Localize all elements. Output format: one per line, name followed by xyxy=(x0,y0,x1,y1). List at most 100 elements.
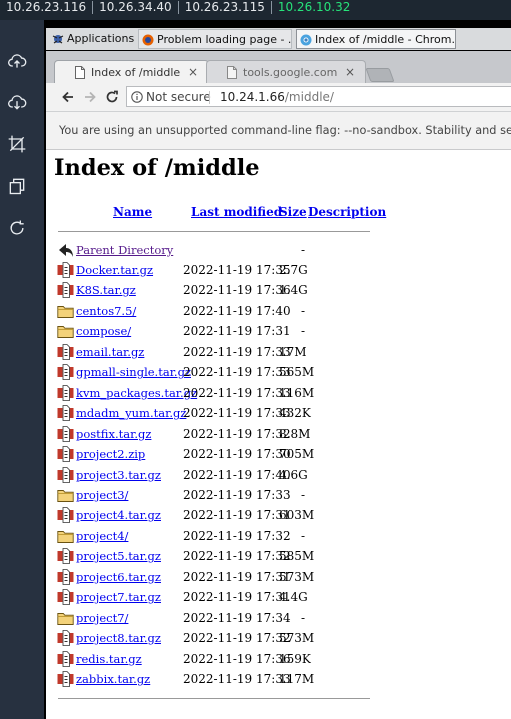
file-link[interactable]: postfix.tar.gz xyxy=(76,424,151,444)
file-link[interactable]: K8S.tar.gz xyxy=(76,280,136,300)
file-link[interactable]: kvm_packages.tar.gz xyxy=(76,383,197,403)
security-label: Not secure xyxy=(146,90,211,104)
modified-cell: 2022-11-19 17:35 xyxy=(183,263,291,277)
forward-button[interactable] xyxy=(80,87,100,107)
archive-file-icon xyxy=(57,282,74,299)
listing-row: project4.tar.gz 2022-11-19 17:31 603M xyxy=(46,505,511,525)
footer-divider xyxy=(58,698,370,699)
file-link[interactable]: project8.tar.gz xyxy=(76,628,161,648)
archive-file-icon xyxy=(57,405,74,422)
crop-icon[interactable] xyxy=(4,131,30,157)
folder-icon xyxy=(57,323,74,339)
archive-file-icon xyxy=(57,425,74,442)
file-link[interactable]: compose/ xyxy=(76,321,131,341)
modified-cell: 2022-11-19 17:34 xyxy=(183,610,291,625)
file-link[interactable]: project3/ xyxy=(76,485,128,505)
address-bar[interactable]: Not secure 10.24.1.66/middle/ xyxy=(126,86,511,107)
taskbar-item-chrome[interactable]: Index of /middle - Chrom... xyxy=(296,29,456,49)
file-link[interactable]: mdadm_yum.tar.gz xyxy=(76,403,186,423)
left-toolbar xyxy=(0,20,44,719)
column-header-modified[interactable]: Last modified xyxy=(191,205,282,219)
listing-row: project8.tar.gz 2022-11-19 17:32 573M xyxy=(46,628,511,648)
size-cell: 705M xyxy=(279,447,315,461)
listing-row: email.tar.gz 2022-11-19 17:33 17M xyxy=(46,342,511,362)
cloud-download-icon[interactable] xyxy=(4,89,30,115)
file-link[interactable]: project4/ xyxy=(76,526,128,546)
file-link[interactable]: project3.tar.gz xyxy=(76,465,161,485)
column-header-size[interactable]: Size xyxy=(279,205,307,219)
file-link[interactable]: email.tar.gz xyxy=(76,342,144,362)
new-tab-button[interactable] xyxy=(365,68,395,82)
back-arrow-icon xyxy=(59,244,73,257)
browser-window: Index of /middle × tools.google.com × No… xyxy=(46,51,511,719)
size-cell: - xyxy=(300,243,305,257)
close-tab-icon[interactable]: × xyxy=(345,61,355,84)
modified-cell: 2022-11-19 17:32 xyxy=(183,631,291,646)
size-cell: 159K xyxy=(279,651,311,666)
archive-file-icon xyxy=(57,262,74,278)
modified-cell: 2022-11-19 17:33 xyxy=(183,365,291,380)
file-link[interactable]: project2.zip xyxy=(76,444,145,464)
listing-row: kvm_packages.tar.gz 2022-11-19 17:33 116M xyxy=(46,383,511,403)
file-link[interactable]: project5.tar.gz xyxy=(76,546,161,566)
applications-icon xyxy=(52,35,64,44)
tab-tools-google[interactable]: tools.google.com × xyxy=(206,60,366,83)
archive-file-icon xyxy=(57,548,74,565)
archive-file-icon xyxy=(57,364,74,381)
modified-cell: 2022-11-19 17:33 xyxy=(183,344,291,359)
file-link[interactable]: project4.tar.gz xyxy=(76,505,161,525)
firefox-icon xyxy=(142,34,154,46)
file-link[interactable]: project6.tar.gz xyxy=(76,567,161,587)
parent-directory-row: Parent Directory - xyxy=(46,240,511,260)
tab-index-middle[interactable]: Index of /middle × xyxy=(54,60,209,83)
host-tab[interactable]: 10.26.34.40 xyxy=(93,0,178,14)
file-link[interactable]: redis.tar.gz xyxy=(76,649,142,669)
file-link[interactable]: gpmall-single.tar.gz xyxy=(76,362,191,382)
modified-cell: 2022-11-19 17:32 xyxy=(183,549,291,564)
reload-button[interactable] xyxy=(102,87,122,107)
size-cell: 4.4G xyxy=(279,590,308,605)
archive-file-icon xyxy=(57,630,74,646)
host-tab-active[interactable]: 10.26.10.32 xyxy=(272,0,357,14)
info-icon[interactable] xyxy=(131,91,143,103)
listing-row: project5.tar.gz 2022-11-19 17:32 585M xyxy=(46,546,511,566)
host-tab[interactable]: 10.26.23.116 xyxy=(0,0,92,14)
column-header-description[interactable]: Description xyxy=(308,205,386,219)
tab-title: Index of /middle xyxy=(91,66,181,79)
column-header-name[interactable]: Name xyxy=(113,205,152,219)
archive-file-icon xyxy=(57,650,74,667)
warning-infobar: You are using an unsupported command-lin… xyxy=(46,112,511,150)
copy-windows-icon[interactable] xyxy=(4,173,30,199)
file-link[interactable]: centos7.5/ xyxy=(76,301,136,321)
archive-file-icon xyxy=(57,589,74,606)
host-tab[interactable]: 10.26.23.115 xyxy=(179,0,271,14)
file-link[interactable]: project7/ xyxy=(76,608,128,628)
size-cell: - xyxy=(300,610,305,625)
close-tab-icon[interactable]: × xyxy=(188,61,198,84)
cloud-upload-icon[interactable] xyxy=(4,48,30,74)
folder-icon xyxy=(57,528,74,544)
refresh-icon[interactable] xyxy=(4,215,30,241)
applications-menu[interactable]: Applications xyxy=(49,29,134,49)
parent-directory-link[interactable]: Parent Directory xyxy=(76,240,173,260)
modified-cell: 2022-11-19 17:32 xyxy=(183,426,291,441)
taskbar-item-firefox[interactable]: Problem loading page - ... xyxy=(138,29,292,49)
back-arrow-icon xyxy=(62,91,73,103)
size-cell: 17M xyxy=(279,344,307,359)
size-cell: 1.4G xyxy=(279,283,308,298)
file-link[interactable]: Docker.tar.gz xyxy=(76,260,153,280)
modified-cell: 2022-11-19 17:40 xyxy=(183,303,291,318)
listing-row: centos7.5/2022-11-19 17:40- xyxy=(46,301,511,321)
file-link[interactable]: project7.tar.gz xyxy=(76,587,161,607)
taskbar-item-label: Problem loading page - ... xyxy=(157,33,292,46)
modified-cell: 2022-11-19 17:30 xyxy=(183,447,291,461)
size-cell: 8.8M xyxy=(279,426,311,441)
forward-arrow-icon xyxy=(85,91,96,103)
file-link[interactable]: zabbix.tar.gz xyxy=(76,669,150,689)
listing-row: gpmall-single.tar.gz 2022-11-19 17:33 565M xyxy=(46,362,511,382)
back-button[interactable] xyxy=(58,87,78,107)
archive-file-icon xyxy=(57,343,74,360)
modified-cell: 2022-11-19 17:40 xyxy=(183,467,291,482)
modified-cell: 2022-11-19 17:32 xyxy=(183,528,291,543)
browser-toolbar: Not secure 10.24.1.66/middle/ xyxy=(46,83,511,112)
